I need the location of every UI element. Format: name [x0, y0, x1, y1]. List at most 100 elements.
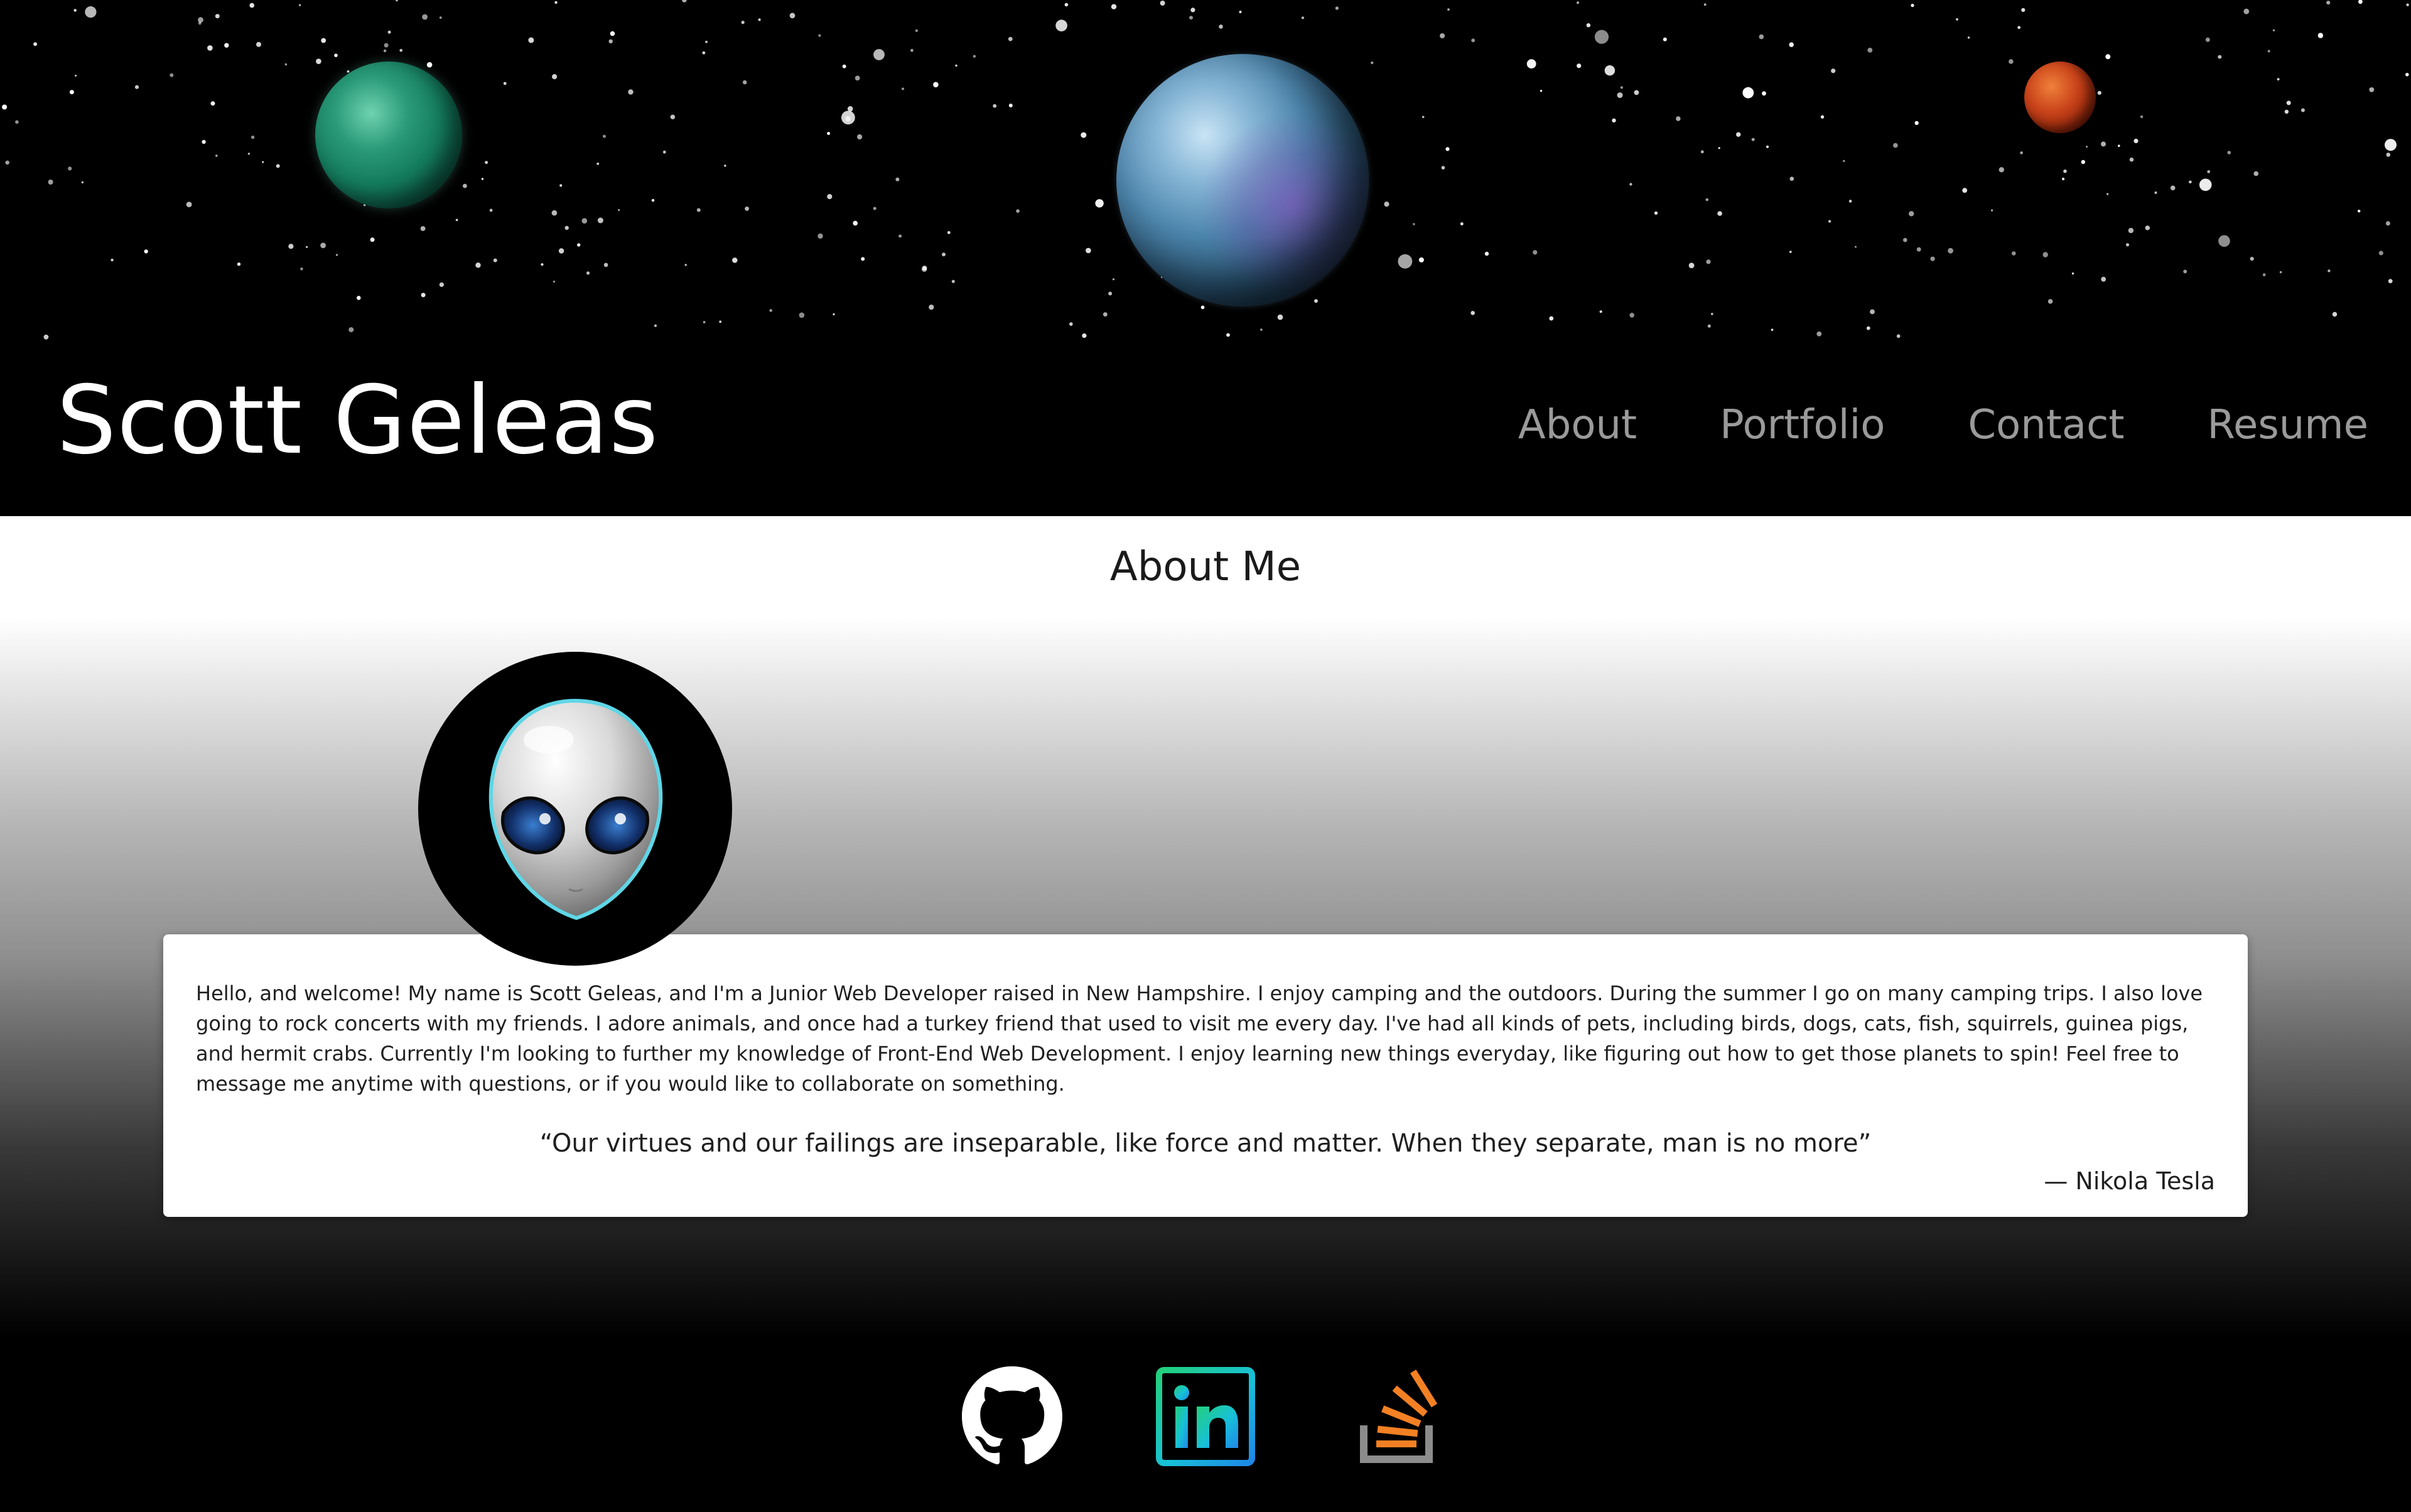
star — [247, 153, 251, 155]
star — [2170, 185, 2176, 191]
star — [827, 132, 831, 135]
star — [554, 1, 558, 4]
star — [2300, 108, 2305, 112]
nav-link-portfolio[interactable]: Portfolio — [1720, 397, 1885, 453]
star — [306, 246, 308, 248]
star — [1967, 36, 1970, 39]
nav-link-contact[interactable]: Contact — [1968, 397, 2124, 453]
star — [1742, 87, 1754, 99]
star — [528, 37, 534, 43]
star — [682, 0, 687, 3]
star — [1751, 138, 1755, 141]
star — [1634, 90, 1639, 95]
star — [320, 242, 326, 249]
star — [1226, 333, 1230, 337]
star — [597, 217, 603, 224]
star — [2332, 311, 2338, 317]
alien-avatar-icon — [488, 698, 663, 921]
star — [1820, 115, 1825, 119]
star — [2140, 115, 2144, 119]
red-planet-image — [2024, 62, 2096, 133]
star — [1956, 18, 1958, 21]
star — [1843, 159, 1845, 163]
star — [1911, 3, 1914, 8]
star — [933, 82, 939, 88]
star — [251, 135, 255, 139]
star — [662, 150, 666, 154]
star — [2388, 279, 2393, 284]
star — [1962, 188, 1968, 193]
star — [1540, 90, 1543, 92]
star — [2358, 0, 2363, 4]
star — [1008, 36, 1013, 41]
star — [1445, 147, 1450, 151]
star — [2106, 193, 2109, 195]
star — [898, 234, 902, 238]
star — [855, 75, 860, 81]
star — [628, 89, 634, 95]
star — [724, 165, 726, 167]
star — [951, 279, 955, 283]
star — [2017, 26, 2021, 30]
stackoverflow-link[interactable] — [1350, 1366, 1450, 1467]
star — [558, 248, 564, 254]
star — [1533, 250, 1538, 255]
star — [618, 208, 620, 212]
star — [2284, 109, 2289, 114]
star — [48, 180, 53, 185]
star — [399, 48, 402, 52]
star — [1848, 200, 1852, 203]
star — [493, 258, 497, 262]
star — [2218, 235, 2230, 247]
star — [2125, 243, 2130, 247]
star — [2385, 139, 2397, 151]
star — [2101, 141, 2106, 147]
star — [426, 62, 433, 68]
star — [73, 9, 77, 12]
star — [564, 225, 569, 230]
nav-link-resume[interactable]: Resume — [2207, 397, 2368, 453]
star — [955, 64, 957, 67]
star — [1629, 183, 1632, 186]
star — [2042, 252, 2048, 257]
star — [1447, 8, 1450, 11]
star — [559, 184, 563, 187]
star — [463, 183, 467, 188]
star — [1718, 147, 1720, 149]
star — [552, 74, 558, 80]
star — [1190, 8, 1195, 13]
star — [1599, 310, 1602, 313]
star — [215, 154, 218, 157]
star — [1948, 247, 1954, 254]
star — [387, 30, 391, 34]
star — [2183, 269, 2187, 274]
star — [741, 21, 745, 24]
star — [1189, 16, 1193, 20]
star — [1277, 314, 1283, 320]
star — [2145, 225, 2150, 230]
star — [743, 80, 747, 85]
star — [2063, 169, 2067, 173]
star — [1629, 313, 1634, 318]
star — [396, 0, 398, 2]
bio-card: Hello, and welcome! My name is Scott Gel… — [163, 934, 2248, 1217]
star — [2227, 151, 2231, 154]
star — [2205, 37, 2210, 42]
linkedin-link[interactable] — [1155, 1366, 1256, 1467]
star — [357, 296, 361, 300]
star — [2327, 269, 2331, 273]
star — [1526, 59, 1536, 69]
star — [1384, 202, 1389, 207]
star — [769, 309, 772, 312]
star — [288, 244, 294, 249]
star — [581, 218, 588, 224]
star — [947, 231, 951, 234]
star — [284, 63, 288, 66]
star — [1086, 247, 1091, 254]
star — [1239, 10, 1242, 14]
star — [2009, 59, 2014, 64]
star — [1064, 3, 1069, 7]
github-link[interactable] — [962, 1366, 1062, 1467]
nav-link-about[interactable]: About — [1518, 397, 1637, 453]
star — [1998, 167, 2004, 173]
